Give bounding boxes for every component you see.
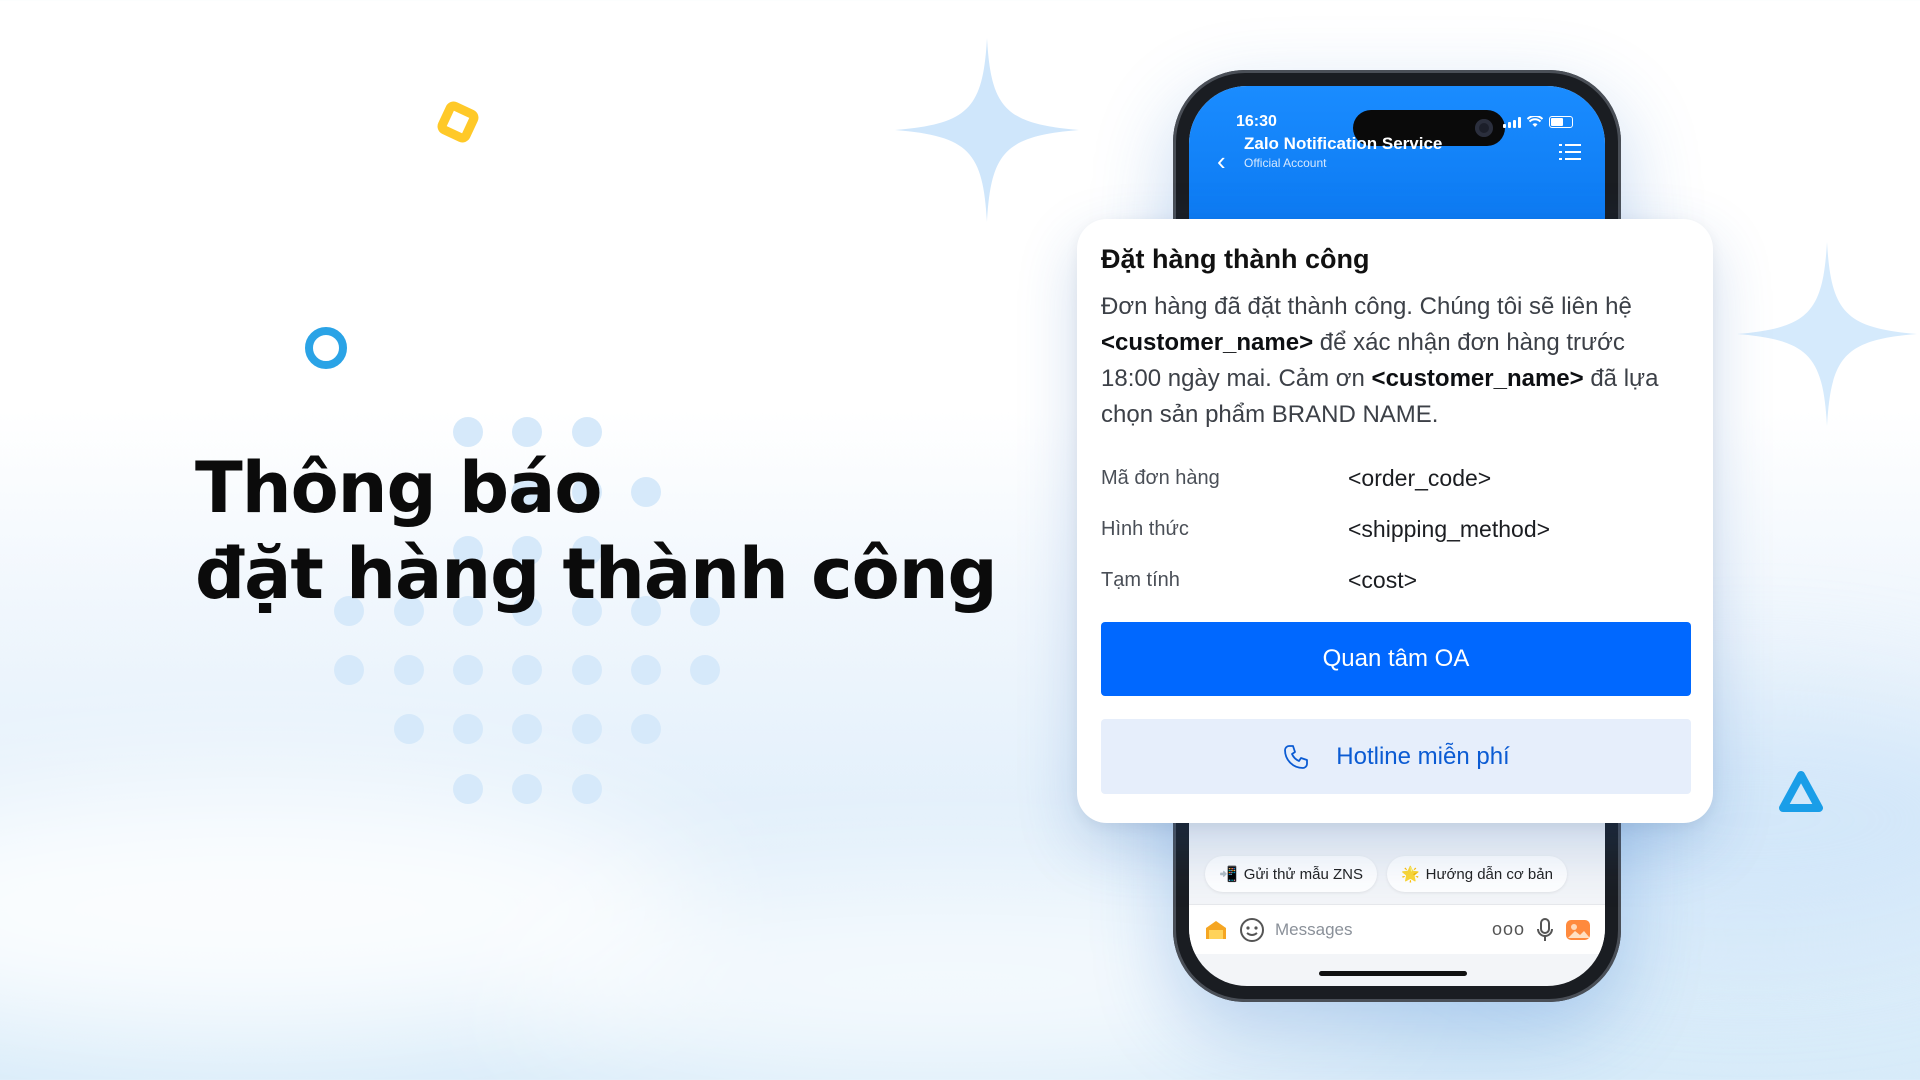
detail-value: <order_code> [1348,465,1492,491]
battery-icon [1549,116,1573,128]
blue-triangle-icon [1779,771,1823,812]
decor-dot [453,417,483,447]
detail-key: Tạm tính [1101,569,1180,591]
card-body: Đơn hàng đã đặt thành công. Chúng tôi sẽ… [1101,289,1691,433]
chip-label: Hướng dẫn cơ bản [1425,865,1553,883]
camera-icon [1475,119,1493,137]
detail-value: <shipping_method> [1348,516,1551,542]
detail-key: Mã đơn hàng [1101,467,1220,489]
headline-line-2: đặt hàng thành công [195,533,998,615]
decor-dot [631,714,661,744]
quick-reply-chip[interactable]: 🌟 Hướng dẫn cơ bản [1386,856,1567,892]
decor-dot [512,655,542,685]
sticker-icon[interactable] [1203,918,1229,942]
quick-reply-row: 📲 Gửi thử mẫu ZNS 🌟 Hướng dẫn cơ bản [1205,856,1567,892]
decor-dot [631,655,661,685]
decor-dot [572,774,602,804]
oa-name: Zalo Notification Service [1244,134,1443,153]
decor-dot [394,714,424,744]
decor-dot [690,655,720,685]
hotline-button[interactable]: Hotline miễn phí [1101,719,1691,794]
decor-dot [512,774,542,804]
wifi-icon [1527,116,1543,127]
quick-reply-chip[interactable]: 📲 Gửi thử mẫu ZNS [1205,856,1377,892]
hotline-label: Hotline miễn phí [1336,742,1510,770]
message-input-bar: Messages ooo [1189,904,1605,954]
order-details: Mã đơn hàng <order_code> Hình thức <ship… [1101,453,1691,606]
status-icons [1503,116,1573,128]
more-icon[interactable]: ooo [1492,919,1525,940]
phone-icon [1284,744,1309,769]
signal-icon [1503,117,1521,128]
decor-dot [453,714,483,744]
yellow-diamond-icon [437,101,479,143]
card-title: Đặt hàng thành công [1101,244,1370,274]
headline-line-1: Thông báo [195,447,602,529]
customer-name-placeholder: <customer_name> [1371,365,1584,392]
decor-dot [453,774,483,804]
headline: Thông báo đặt hàng thành công [195,445,998,617]
back-chevron-icon[interactable]: ‹ [1217,146,1226,177]
emoji-icon[interactable] [1239,917,1265,943]
sparkle-icon: 🌟 [1400,866,1420,883]
decor-dot [512,714,542,744]
home-indicator [1319,971,1467,976]
blue-ring-icon [305,327,347,369]
image-icon[interactable] [1565,918,1591,942]
zns-notification-card: Đặt hàng thành công Đơn hàng đã đặt thàn… [1077,219,1713,823]
body-text: Đơn hàng đã đặt thành công. Chúng tôi sẽ… [1101,293,1632,320]
decor-dot [394,655,424,685]
sparkle-star-icon [1737,242,1917,426]
menu-list-icon[interactable] [1559,143,1581,161]
decor-dot [453,655,483,685]
decor-dot [572,714,602,744]
decor-dot [334,655,364,685]
follow-oa-button[interactable]: Quan tâm OA [1101,622,1691,696]
detail-row: Hình thức <shipping_method> [1101,504,1691,555]
decor-dot [512,417,542,447]
detail-row: Mã đơn hàng <order_code> [1101,453,1691,504]
detail-value: <cost> [1348,567,1418,593]
oa-subtitle: Official Account [1244,156,1327,170]
detail-key: Hình thức [1101,518,1189,540]
sparkle-star-icon [895,38,1079,222]
decor-dot [572,417,602,447]
microphone-icon[interactable] [1535,917,1555,943]
status-time: 16:30 [1236,113,1277,130]
phone-send-icon: 📲 [1219,866,1238,883]
customer-name-placeholder: <customer_name> [1101,329,1314,356]
detail-row: Tạm tính <cost> [1101,555,1691,606]
decor-dot [572,655,602,685]
message-input[interactable]: Messages [1275,920,1482,940]
chip-label: Gửi thử mẫu ZNS [1243,865,1363,883]
